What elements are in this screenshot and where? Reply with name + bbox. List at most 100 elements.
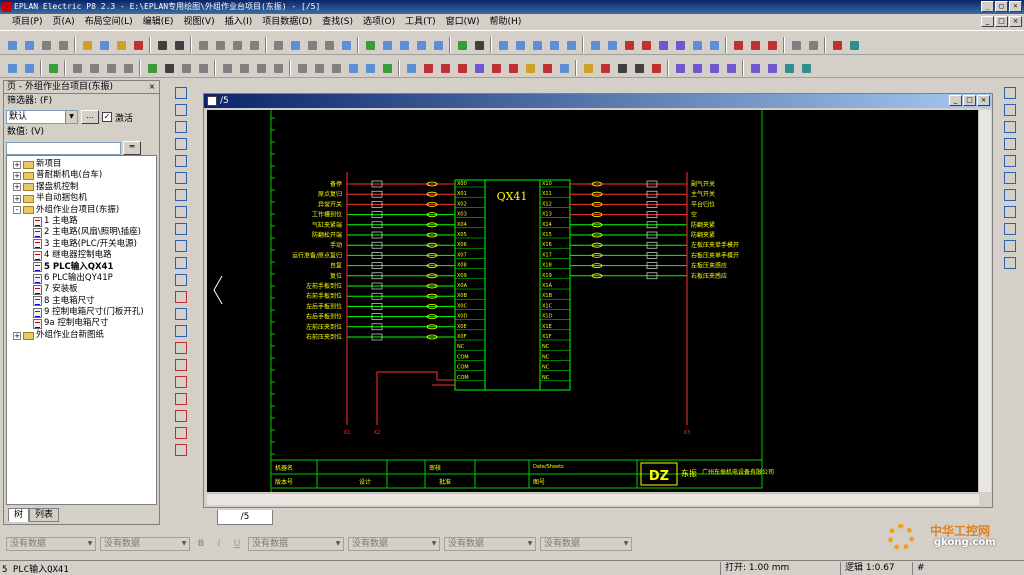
menu-project[interactable]: 项目(P)	[8, 15, 46, 30]
chevron-down-icon[interactable]: ▼	[621, 538, 631, 550]
goto-icon[interactable]	[379, 60, 395, 76]
menu-edit[interactable]: 编辑(E)	[139, 15, 178, 30]
corner-c-icon[interactable]	[1002, 119, 1016, 133]
report-a-icon[interactable]	[219, 60, 235, 76]
chart-icon[interactable]	[846, 37, 862, 53]
dim-angle-icon[interactable]	[173, 425, 187, 439]
tree-page-item[interactable]: 5 PLC输入QX41	[7, 262, 156, 273]
line-icon[interactable]	[706, 37, 722, 53]
magnet-icon[interactable]	[638, 37, 654, 53]
color-select[interactable]: 没有数据 ▼	[348, 537, 440, 551]
align-b-icon[interactable]	[86, 60, 102, 76]
doc-close-button[interactable]: ×	[977, 95, 990, 106]
value-list-button[interactable]: ═	[123, 141, 141, 155]
dimension-icon[interactable]	[173, 272, 187, 286]
doc-minimize-button[interactable]: _	[949, 95, 962, 106]
underline-button[interactable]: U	[230, 537, 244, 551]
dim-increment-icon[interactable]	[173, 391, 187, 405]
linewidth-select[interactable]: 没有数据 ▼	[540, 537, 632, 551]
eraser-icon[interactable]	[154, 37, 170, 53]
terminal-icon[interactable]	[580, 60, 596, 76]
linetype-select[interactable]: 没有数据 ▼	[444, 537, 536, 551]
back-icon[interactable]	[454, 37, 470, 53]
black-box-icon[interactable]	[631, 60, 647, 76]
expand-icon[interactable]: +	[13, 172, 21, 181]
tree-page-item[interactable]: 7 安装板	[7, 284, 156, 295]
zoom-window-icon[interactable]	[379, 37, 395, 53]
bus-c-icon[interactable]	[764, 37, 780, 53]
list-edit-icon[interactable]	[321, 37, 337, 53]
cart-icon[interactable]	[829, 37, 845, 53]
object-snap-icon[interactable]	[621, 37, 637, 53]
device-j-icon[interactable]	[556, 60, 572, 76]
horizontal-scrollbar[interactable]	[207, 493, 979, 505]
activate-checkbox[interactable]: ✓	[102, 112, 112, 122]
grid-b-icon[interactable]	[512, 37, 528, 53]
device-g-icon[interactable]	[505, 60, 521, 76]
paste-icon[interactable]	[113, 37, 129, 53]
window-macro-icon[interactable]	[178, 60, 194, 76]
device-e-icon[interactable]	[471, 60, 487, 76]
interruption-icon[interactable]	[723, 60, 739, 76]
tab-tree[interactable]: 树	[8, 508, 30, 522]
window-icon[interactable]	[338, 37, 354, 53]
undo-list-icon[interactable]	[212, 37, 228, 53]
expand-icon[interactable]: +	[13, 194, 21, 203]
macro-icon[interactable]	[161, 60, 177, 76]
tree-project-item[interactable]: - 外组作业台项目(东振)	[7, 205, 156, 216]
page-icon[interactable]	[328, 60, 344, 76]
arc-3p-icon[interactable]	[173, 238, 187, 252]
vertical-scrollbar[interactable]	[978, 110, 991, 492]
tree-project-item[interactable]: + 半自动捆包机	[7, 193, 156, 204]
tree-page-item[interactable]: 9a 控制电箱尺寸	[7, 318, 156, 330]
zoom-out-icon[interactable]	[413, 37, 429, 53]
expand-icon[interactable]: +	[13, 331, 21, 340]
doc-maximize-button[interactable]: □	[963, 95, 976, 106]
print-icon[interactable]	[55, 37, 71, 53]
t-left-icon[interactable]	[1002, 204, 1016, 218]
cross-connect-icon[interactable]	[1002, 221, 1016, 235]
menu-layout-space[interactable]: 布局空间(L)	[81, 15, 137, 30]
grid-e-icon[interactable]	[563, 37, 579, 53]
break-point-icon[interactable]	[798, 60, 814, 76]
chevron-down-icon[interactable]: ▼	[525, 538, 535, 550]
dim-radius-icon[interactable]	[173, 442, 187, 456]
copy-icon[interactable]	[96, 37, 112, 53]
drawing-canvas[interactable]: QX41 X00 X01 X02 X03 X04 X05 X06 X07 X08 X09 X0A X0…	[207, 110, 979, 492]
delete-icon[interactable]	[130, 37, 146, 53]
chevron-down-icon[interactable]: ▼	[179, 538, 189, 550]
tree-page-item[interactable]: 3 主电路(PLC/开关电源)	[7, 239, 156, 250]
filter-select[interactable]: 默认 ▼	[6, 110, 78, 124]
panel-close-icon[interactable]: ×	[147, 82, 157, 92]
mdi-restore-button[interactable]: □	[995, 16, 1008, 27]
document-tab[interactable]: /5	[217, 510, 273, 525]
image-icon[interactable]	[173, 306, 187, 320]
input-box-icon[interactable]	[655, 37, 671, 53]
device-a-icon[interactable]	[403, 60, 419, 76]
jumper-icon[interactable]	[781, 60, 797, 76]
collapse-icon[interactable]: -	[13, 206, 21, 215]
jump-icon[interactable]	[1002, 255, 1016, 269]
prev-page-icon[interactable]	[345, 60, 361, 76]
menu-project-data[interactable]: 项目数据(D)	[258, 15, 316, 30]
cut-icon[interactable]	[79, 37, 95, 53]
arc-icon[interactable]	[173, 221, 187, 235]
device-d-icon[interactable]	[454, 60, 470, 76]
value-input[interactable]	[6, 141, 121, 155]
next-page-icon[interactable]	[362, 60, 378, 76]
sector-icon[interactable]	[173, 255, 187, 269]
menu-insert[interactable]: 插入(I)	[221, 15, 257, 30]
ellipse-icon[interactable]	[173, 204, 187, 218]
circle-icon[interactable]	[173, 170, 187, 184]
size-select[interactable]: 没有数据 ▼	[248, 537, 344, 551]
mdi-minimize-button[interactable]: _	[981, 16, 994, 27]
dim-chain-icon[interactable]	[173, 374, 187, 388]
t-up-icon[interactable]	[1002, 170, 1016, 184]
close-project-icon[interactable]	[38, 37, 54, 53]
t-down-icon[interactable]	[1002, 153, 1016, 167]
new-page-icon[interactable]	[311, 60, 327, 76]
tree-page-item[interactable]: 6 PLC输出QY41P	[7, 273, 156, 284]
pen-icon[interactable]	[173, 323, 187, 337]
menu-tools[interactable]: 工具(T)	[401, 15, 440, 30]
font-select[interactable]: 没有数据 ▼	[100, 537, 190, 551]
